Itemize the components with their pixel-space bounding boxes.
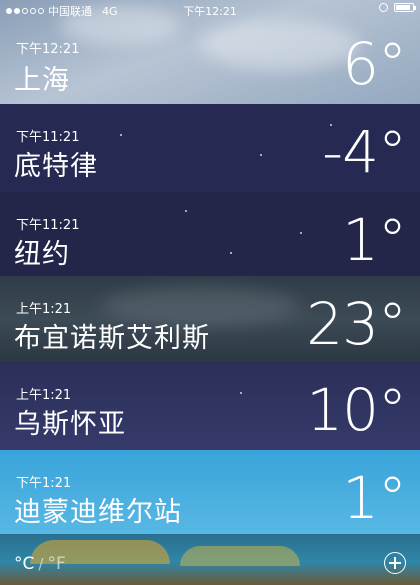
city-temperature: 1° bbox=[342, 206, 407, 274]
status-right bbox=[379, 3, 416, 12]
city-local-time: 下午1:21 bbox=[16, 476, 72, 491]
city-local-time: 上午1:21 bbox=[16, 302, 72, 317]
city-row-ushuaia[interactable]: 上午1:21 乌斯怀亚 10° bbox=[0, 362, 420, 450]
city-local-time: 下午11:21 bbox=[16, 218, 80, 233]
city-row-detroit[interactable]: 下午11:21 底特律 -4° bbox=[0, 104, 420, 192]
fahrenheit-option[interactable]: °F bbox=[47, 554, 65, 574]
city-temperature: 10° bbox=[306, 376, 407, 444]
status-time: 下午12:21 bbox=[183, 5, 237, 18]
city-local-time: 上午1:21 bbox=[16, 388, 72, 403]
city-row-newyork[interactable]: 下午11:21 纽约 1° bbox=[0, 192, 420, 276]
plus-circle-icon[interactable] bbox=[384, 552, 406, 574]
city-local-time: 下午11:21 bbox=[16, 130, 80, 145]
city-name: 底特律 bbox=[14, 151, 98, 182]
city-temperature: 1° bbox=[342, 464, 407, 532]
background-decoration bbox=[180, 546, 300, 566]
alarm-icon bbox=[379, 3, 388, 12]
bottom-toolbar: °C / °F bbox=[0, 534, 420, 585]
city-row-buenosaires[interactable]: 上午1:21 布宜诺斯艾利斯 23° bbox=[0, 276, 420, 362]
city-name: 迪蒙迪维尔站 bbox=[14, 497, 182, 528]
city-row-dumontdurville[interactable]: 下午1:21 迪蒙迪维尔站 1° bbox=[0, 450, 420, 534]
city-name: 布宜诺斯艾利斯 bbox=[14, 323, 210, 354]
city-name: 纽约 bbox=[14, 239, 70, 270]
city-name: 上海 bbox=[14, 65, 70, 96]
city-temperature: 23° bbox=[306, 290, 407, 358]
city-temperature: 6° bbox=[342, 30, 407, 98]
status-bar: 中国联通 4G 下午12:21 bbox=[0, 0, 420, 20]
unit-toggle[interactable]: °C / °F bbox=[14, 554, 66, 574]
battery-icon bbox=[394, 3, 416, 12]
city-temperature: -4° bbox=[322, 118, 407, 186]
celsius-option[interactable]: °C bbox=[14, 554, 34, 574]
unit-separator: / bbox=[38, 555, 44, 573]
city-list: 下午12:21 上海 6° 下午11:21 底特律 -4° 下午11:21 纽约… bbox=[0, 0, 420, 534]
city-local-time: 下午12:21 bbox=[16, 42, 80, 57]
city-name: 乌斯怀亚 bbox=[14, 409, 126, 440]
